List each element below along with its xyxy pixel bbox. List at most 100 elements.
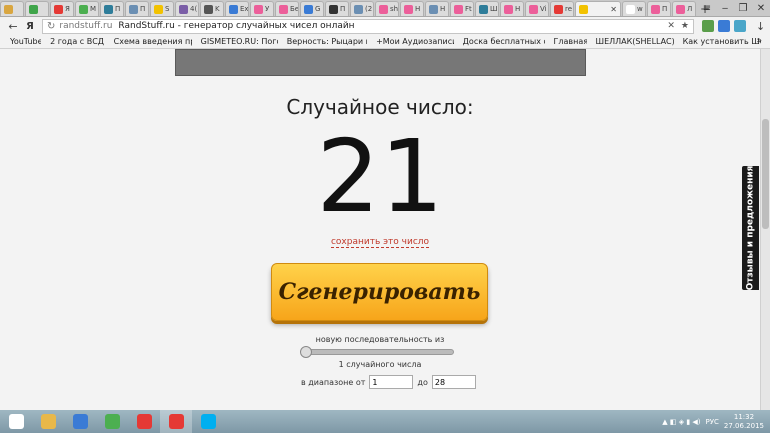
browser-tab[interactable] (25, 1, 49, 16)
back-icon[interactable]: ← (4, 20, 22, 33)
scroll-thumb[interactable] (762, 119, 769, 229)
tab-favicon-icon (129, 4, 138, 14)
browser-tab[interactable]: S (150, 1, 174, 16)
count-label: 1 случайного числа (338, 360, 422, 369)
tab-label: (2 (365, 5, 373, 13)
chrome-icon (104, 414, 120, 429)
count-slider[interactable] (300, 346, 454, 358)
feedback-tab[interactable]: Отзывы и предложения (742, 166, 759, 290)
restore-button[interactable]: ❐ (734, 3, 752, 14)
tab-label: G (315, 5, 321, 13)
bookmark-item[interactable]: +Мои Аудиозаписи (376, 37, 454, 46)
clear-icon[interactable]: ✕ (667, 21, 675, 31)
browser-tab[interactable]: K (200, 1, 224, 16)
bookmark-item[interactable]: Как установить Ше (683, 37, 761, 46)
browser-tab[interactable]: Бе (275, 1, 299, 16)
tab-label: П (340, 5, 346, 13)
browser-tab[interactable]: 4( (175, 1, 199, 16)
range-to-input[interactable] (431, 375, 476, 389)
feedback-tab-label: Отзывы и предложения (745, 165, 756, 291)
tab-favicon-icon (329, 4, 338, 14)
taskbar-chrome-button[interactable] (96, 410, 128, 433)
tray-icons[interactable]: ▲ ◧ ◈ ▮ ◀) (662, 418, 700, 426)
address-input[interactable]: ↻ randstuff.ru RandStuff.ru - генератор … (42, 18, 694, 34)
bookmark-item[interactable]: Главная (554, 37, 587, 46)
taskbar-explorer-button[interactable] (32, 410, 64, 433)
extension-icon[interactable] (702, 20, 714, 32)
browser-tab[interactable] (0, 1, 24, 16)
yandex-home-button[interactable]: Я (22, 21, 38, 32)
sequence-label: новую последовательность из (315, 335, 445, 344)
tab-label: H (515, 5, 521, 13)
browser-tab[interactable]: sh (375, 1, 399, 16)
browser-tab[interactable]: H (500, 1, 524, 16)
bookmarks-more-button[interactable]: » (756, 36, 762, 46)
browser-tab[interactable]: (2 (350, 1, 374, 16)
range-from-input[interactable] (369, 375, 414, 389)
tab-favicon-icon (104, 4, 113, 14)
tab-favicon-icon (229, 4, 238, 14)
browser-tab[interactable]: M (75, 1, 99, 16)
taskbar-start-button[interactable] (0, 410, 32, 433)
browser-tab[interactable]: П (125, 1, 149, 16)
taskbar-skype-button[interactable] (192, 410, 224, 433)
browser-tab[interactable]: Vi (525, 1, 549, 16)
scrollbar[interactable] (760, 49, 770, 410)
browser-tab[interactable]: Ft (450, 1, 474, 16)
range-to-label: до (417, 377, 428, 387)
browser-tab[interactable]: П (325, 1, 349, 16)
browser-tab[interactable]: Л (672, 1, 696, 16)
tab-strip: Я M П П S 4(K Ex У Бе G П (2 sh H H Ft Ш H Vi re ✕ w П Л + (0, 0, 770, 17)
browser-tab[interactable]: ✕ (575, 1, 621, 16)
browser-tab[interactable]: w (622, 1, 646, 16)
reload-icon[interactable]: ↻ (47, 21, 55, 32)
browser-tab[interactable]: H (425, 1, 449, 16)
start-icon (8, 414, 24, 429)
slider-handle[interactable] (300, 346, 312, 358)
tab-favicon-icon (651, 4, 660, 14)
bookmark-item[interactable]: Схема введения пр (114, 37, 192, 46)
tab-favicon-icon (154, 4, 163, 14)
minimize-button[interactable]: ‒ (716, 3, 734, 14)
browser-tab[interactable]: re (550, 1, 574, 16)
browser-tab[interactable]: Ex (225, 1, 249, 16)
clock-date: 27.06.2015 (723, 421, 764, 430)
save-number-link-wrap: сохранить это число (0, 237, 760, 248)
download-icon[interactable]: ↓ (756, 20, 765, 33)
tab-favicon-icon (404, 4, 413, 14)
taskbar-yandex-button[interactable] (128, 410, 160, 433)
taskbar-yandex-browser-button[interactable] (160, 410, 192, 433)
address-domain: randstuff.ru (59, 21, 113, 31)
bookmark-item[interactable]: YouTube (10, 37, 41, 46)
browser-tab[interactable]: G (300, 1, 324, 16)
browser-tab[interactable]: Ш (475, 1, 499, 16)
tab-favicon-icon (626, 4, 635, 14)
bookmark-item[interactable]: GISMETEO.RU: Пого (201, 37, 278, 46)
bookmark-item[interactable]: ШЕЛЛАК(SHELLAC). (596, 37, 674, 46)
range-row: в диапазоне от до (297, 375, 476, 389)
browser-tab[interactable]: П (100, 1, 124, 16)
bookmark-item[interactable]: Доска бесплатных о (463, 37, 545, 46)
close-window-button[interactable]: ✕ (752, 3, 770, 14)
input-language[interactable]: РУС (706, 418, 719, 426)
save-number-link[interactable]: сохранить это число (330, 237, 430, 248)
explorer-icon (40, 414, 56, 429)
tab-label: П (662, 5, 668, 13)
tab-close-icon[interactable]: ✕ (610, 5, 617, 14)
tab-label: Ex (240, 5, 249, 13)
tab-label: Vi (540, 5, 547, 13)
bookmark-item[interactable]: 2 года с ВСД! (50, 37, 105, 46)
browser-tab[interactable]: У (250, 1, 274, 16)
browser-tab[interactable]: H (400, 1, 424, 16)
generate-button[interactable]: Сгенерировать (271, 263, 488, 321)
extension-icon[interactable] (734, 20, 746, 32)
bookmark-item[interactable]: Верность: Рыцари и (287, 37, 367, 46)
bookmark-star-icon[interactable]: ★ (681, 21, 689, 31)
browser-tab[interactable]: П (647, 1, 671, 16)
taskbar-media-button[interactable] (64, 410, 96, 433)
extension-icon[interactable] (718, 20, 730, 32)
clock[interactable]: 11:32 27.06.2015 (724, 413, 764, 431)
browser-tab[interactable]: Я (50, 1, 74, 16)
tab-label: Л (687, 5, 693, 13)
menu-icon[interactable]: ≡ (698, 3, 716, 14)
